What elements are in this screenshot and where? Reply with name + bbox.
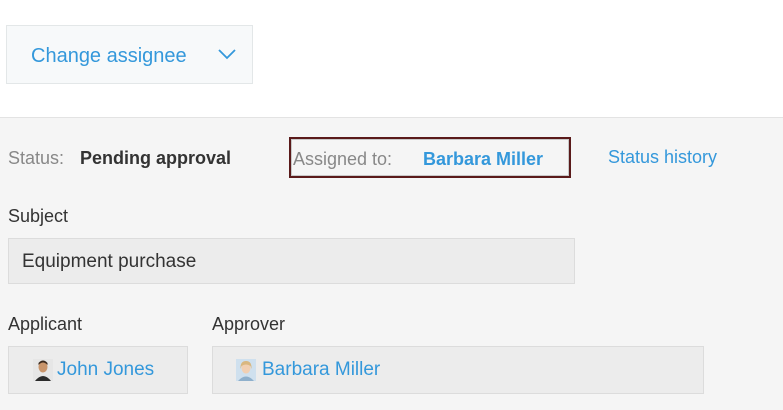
subject-field: Equipment purchase [8,238,575,284]
status-history-link[interactable]: Status history [608,147,717,168]
status-label: Status: [8,148,65,168]
change-assignee-label: Change assignee [31,45,187,67]
request-details-panel: Status: Pending approval Assigned to: Ba… [0,117,783,410]
user-avatar-icon [236,359,256,381]
approver-name: Barbara Miller [262,359,381,380]
assigned-to-link[interactable]: Barbara Miller [423,149,543,170]
approver-field: Barbara Miller [212,346,704,394]
change-assignee-button[interactable]: Change assignee [6,25,253,84]
applicant-label: Applicant [8,314,83,334]
workflow-page: Change assignee Status: Pending approval… [0,0,783,410]
subject-value: Equipment purchase [22,251,197,272]
chevron-down-icon [218,49,236,60]
applicant-field: John Jones [8,346,188,394]
user-avatar-icon [33,359,53,381]
assigned-to-box: Assigned to: Barbara Miller [289,137,571,178]
status-value: Pending approval [80,148,232,168]
action-bar: Change assignee [0,0,783,117]
approver-label: Approver [212,314,286,334]
subject-label: Subject [8,206,69,226]
applicant-user-link[interactable]: John Jones [33,359,154,381]
assigned-to-label: Assigned to: [293,149,393,169]
applicant-name: John Jones [57,359,155,380]
approver-user-link[interactable]: Barbara Miller [234,359,380,381]
